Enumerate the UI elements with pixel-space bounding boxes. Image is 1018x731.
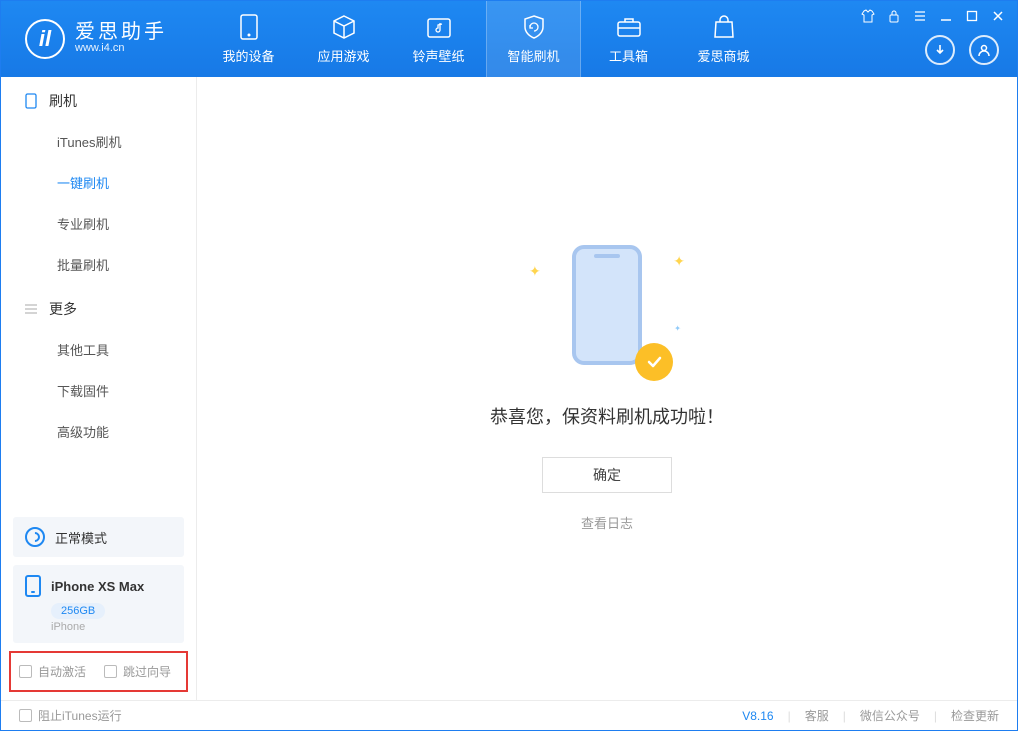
footer-wechat-link[interactable]: 微信公众号 bbox=[860, 707, 920, 724]
sidebar-item-itunes[interactable]: iTunes刷机 bbox=[1, 121, 196, 162]
tab-ringtone[interactable]: 铃声壁纸 bbox=[391, 1, 486, 77]
download-button[interactable] bbox=[925, 35, 955, 65]
tab-label: 工具箱 bbox=[609, 46, 648, 65]
checkbox-label: 阻止iTunes运行 bbox=[38, 707, 122, 724]
menu-icon[interactable] bbox=[911, 7, 929, 25]
device-phone-icon bbox=[25, 575, 41, 597]
window-controls bbox=[859, 7, 1007, 25]
checkbox-auto-activate[interactable]: 自动激活 bbox=[19, 663, 86, 680]
brand-name: 爱思助手 bbox=[75, 22, 167, 42]
tab-label: 应用游戏 bbox=[317, 46, 369, 65]
ok-button[interactable]: 确定 bbox=[542, 457, 672, 493]
tab-flash[interactable]: 智能刷机 bbox=[486, 1, 581, 77]
list-icon bbox=[23, 301, 39, 317]
success-message: 恭喜您，保资料刷机成功啦！ bbox=[490, 403, 724, 429]
tab-tools[interactable]: 工具箱 bbox=[581, 1, 676, 77]
view-log-link[interactable]: 查看日志 bbox=[581, 513, 633, 532]
shirt-icon[interactable] bbox=[859, 7, 877, 25]
sidebar: 刷机 iTunes刷机 一键刷机 专业刷机 批量刷机 更多 其他工具 下载固件 … bbox=[1, 77, 197, 700]
option-highlight-box: 自动激活 跳过向导 bbox=[9, 651, 188, 692]
logo-icon: il bbox=[25, 19, 65, 59]
footer: 阻止iTunes运行 V8.16 | 客服 | 微信公众号 | 检查更新 bbox=[1, 700, 1017, 730]
check-badge-icon bbox=[635, 343, 673, 381]
tab-label: 我的设备 bbox=[222, 46, 274, 65]
checkbox-label: 自动激活 bbox=[38, 663, 86, 680]
sidebar-item-batch[interactable]: 批量刷机 bbox=[1, 244, 196, 285]
minimize-icon[interactable] bbox=[937, 7, 955, 25]
sidebar-item-other[interactable]: 其他工具 bbox=[1, 329, 196, 370]
sidebar-item-firmware[interactable]: 下载固件 bbox=[1, 370, 196, 411]
phone-icon bbox=[236, 14, 262, 40]
tab-label: 智能刷机 bbox=[507, 46, 559, 65]
refresh-shield-icon bbox=[521, 14, 547, 40]
device-type: iPhone bbox=[51, 621, 172, 633]
main-tabs: 我的设备 应用游戏 铃声壁纸 智能刷机 工具箱 爱思商城 bbox=[201, 1, 771, 77]
close-icon[interactable] bbox=[989, 7, 1007, 25]
sidebar-item-pro[interactable]: 专业刷机 bbox=[1, 203, 196, 244]
tab-device[interactable]: 我的设备 bbox=[201, 1, 296, 77]
music-folder-icon bbox=[426, 14, 452, 40]
logo: il 爱思助手 www.i4.cn bbox=[1, 19, 201, 59]
sparkle-icon: ✦ bbox=[529, 263, 541, 280]
checkbox-skip-wizard[interactable]: 跳过向导 bbox=[104, 663, 171, 680]
lock-icon[interactable] bbox=[885, 7, 903, 25]
sidebar-group-flash: 刷机 bbox=[1, 77, 196, 121]
tab-label: 爱思商城 bbox=[697, 46, 749, 65]
status-label: 正常模式 bbox=[55, 528, 107, 547]
checkbox-stop-itunes[interactable]: 阻止iTunes运行 bbox=[19, 707, 122, 724]
sidebar-item-oneclick[interactable]: 一键刷机 bbox=[1, 162, 196, 203]
main-content: ✦ ✦ ✦ 恭喜您，保资料刷机成功啦！ 确定 查看日志 bbox=[197, 77, 1017, 700]
toolbox-icon bbox=[616, 14, 642, 40]
cube-icon bbox=[331, 14, 357, 40]
footer-update-link[interactable]: 检查更新 bbox=[951, 707, 999, 724]
sparkle-icon: ✦ bbox=[674, 324, 681, 333]
sparkle-icon: ✦ bbox=[673, 253, 685, 270]
sidebar-group-more: 更多 bbox=[1, 285, 196, 329]
version-label: V8.16 bbox=[742, 709, 773, 723]
group-title: 更多 bbox=[49, 299, 77, 319]
app-header: il 爱思助手 www.i4.cn 我的设备 应用游戏 铃声壁纸 智能刷机 工具… bbox=[1, 1, 1017, 77]
device-name: iPhone XS Max bbox=[51, 579, 144, 594]
maximize-icon[interactable] bbox=[963, 7, 981, 25]
device-storage: 256GB bbox=[51, 603, 105, 619]
tab-store[interactable]: 爱思商城 bbox=[676, 1, 771, 77]
tab-apps[interactable]: 应用游戏 bbox=[296, 1, 391, 77]
sidebar-item-advanced[interactable]: 高级功能 bbox=[1, 411, 196, 452]
status-icon bbox=[25, 527, 45, 547]
status-card[interactable]: 正常模式 bbox=[13, 517, 184, 557]
group-title: 刷机 bbox=[49, 91, 77, 111]
bag-icon bbox=[711, 14, 737, 40]
phone-outline-icon bbox=[23, 93, 39, 109]
tab-label: 铃声壁纸 bbox=[412, 46, 464, 65]
checkbox-label: 跳过向导 bbox=[123, 663, 171, 680]
success-graphic: ✦ ✦ ✦ bbox=[547, 245, 667, 375]
device-card[interactable]: iPhone XS Max 256GB iPhone bbox=[13, 565, 184, 643]
user-button[interactable] bbox=[969, 35, 999, 65]
footer-support-link[interactable]: 客服 bbox=[805, 707, 829, 724]
brand-url: www.i4.cn bbox=[75, 42, 167, 55]
